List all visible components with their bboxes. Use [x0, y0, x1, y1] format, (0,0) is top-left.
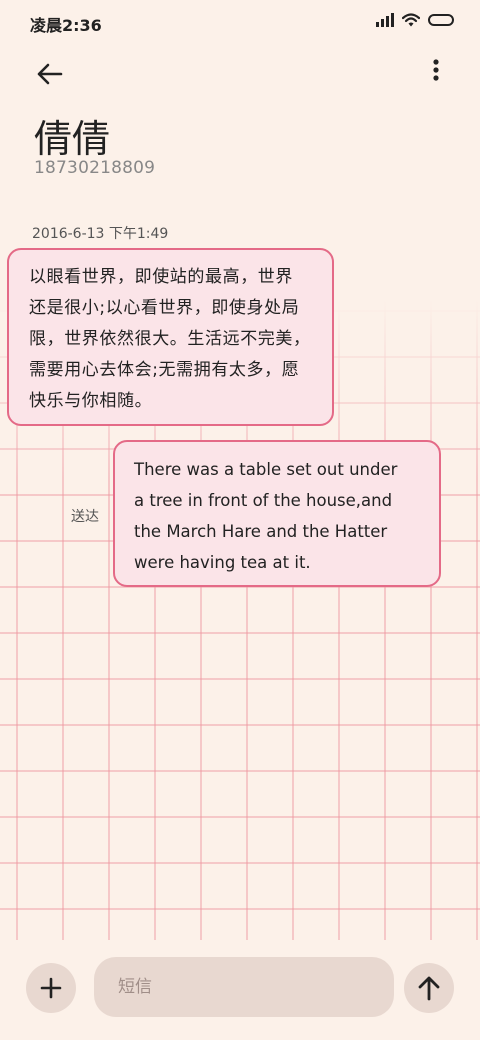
message-line: 以眼看世界，即使站的最高，世界: [29, 267, 293, 287]
delivery-status: 送达: [71, 509, 99, 525]
message-line: the March Hare and the Hatter: [134, 522, 388, 541]
status-icons: [376, 13, 454, 27]
message-timestamp: 2016-6-13 下午1:49: [32, 226, 169, 242]
send-button[interactable]: [404, 963, 454, 1013]
signal-bars-icon: [376, 13, 394, 27]
top-app-bar: [0, 44, 480, 94]
outgoing-message-bubble[interactable]: There was a table set out under a tree i…: [113, 440, 441, 587]
more-options-button[interactable]: [428, 56, 444, 92]
plus-icon: [40, 977, 62, 999]
message-line: 需要用心去体会;无需拥有太多，愿: [29, 360, 300, 380]
status-time: 凌晨2:36: [30, 16, 102, 35]
contact-name: 倩倩: [34, 117, 111, 161]
incoming-message-bubble[interactable]: 以眼看世界，即使站的最高，世界 还是很小;以心看世界，即使身处局 限，世界依然很…: [7, 248, 334, 426]
arrow-up-icon: [418, 976, 440, 1001]
message-line: There was a table set out under: [134, 460, 398, 479]
battery-icon: [428, 14, 454, 26]
message-input[interactable]: [94, 957, 394, 1017]
message-line: a tree in front of the house,and: [134, 491, 393, 510]
message-line: 还是很小;以心看世界，即使身处局: [29, 298, 300, 318]
message-line: 快乐与你相随。: [29, 391, 153, 411]
add-attachment-button[interactable]: [26, 963, 76, 1013]
message-line: 限，世界依然很大。生活远不完美，: [29, 329, 311, 349]
arrow-left-icon: [37, 63, 63, 85]
message-composer: [0, 940, 480, 1040]
status-bar: 凌晨2:36: [0, 0, 480, 44]
more-vertical-icon: [433, 59, 439, 81]
wifi-icon: [402, 13, 420, 27]
message-line: were having tea at it.: [134, 553, 311, 572]
contact-number: 18730218809: [34, 158, 156, 178]
back-button[interactable]: [30, 54, 70, 94]
